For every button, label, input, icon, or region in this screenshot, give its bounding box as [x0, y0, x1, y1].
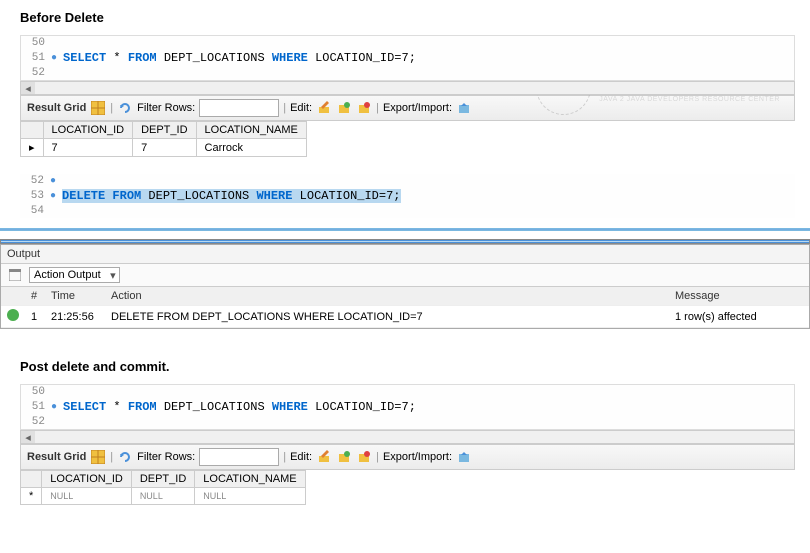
breakpoint-dot: ●	[50, 176, 62, 187]
row-pointer: ▸	[21, 139, 44, 157]
add-row-icon[interactable]	[336, 449, 352, 465]
result-grid-label: Result Grid	[27, 102, 86, 114]
scroll-left-button[interactable]: ◂	[21, 82, 35, 94]
column-header[interactable]: LOCATION_NAME	[196, 122, 306, 139]
export-icon[interactable]	[456, 449, 472, 465]
line-number: 50	[21, 386, 51, 398]
line-number: 52	[21, 67, 51, 79]
table-cell[interactable]: 7	[43, 139, 133, 157]
export-icon[interactable]	[456, 100, 472, 116]
add-row-icon[interactable]	[336, 100, 352, 116]
line-number: 54	[20, 205, 50, 217]
output-header: Output	[1, 245, 809, 264]
result-toolbar-post: Result Grid | Filter Rows: | Edit: | Exp…	[20, 444, 795, 470]
sql-editor-before[interactable]: 50 51 ● SELECT * FROM DEPT_LOCATIONS WHE…	[20, 35, 795, 81]
filter-rows-input[interactable]	[199, 99, 279, 117]
output-panel: Output Action Output # Time Action Messa…	[0, 244, 810, 329]
null-cell[interactable]: NULL	[195, 488, 305, 505]
sql-editor-post[interactable]: 50 51 ● SELECT * FROM DEPT_LOCATIONS WHE…	[20, 384, 795, 430]
separator: |	[376, 451, 379, 463]
status-cell	[1, 306, 25, 328]
delete-row-icon[interactable]	[356, 449, 372, 465]
table-row[interactable]: * NULL NULL NULL	[21, 488, 306, 505]
output-row[interactable]: 1 21:25:56 DELETE FROM DEPT_LOCATIONS WH…	[1, 306, 809, 328]
breakpoint-dot: ●	[51, 402, 63, 413]
sql-editor-delete[interactable]: 52 ● 53 ● DELETE FROM DEPT_LOCATIONS WHE…	[20, 174, 795, 218]
sql-code-line[interactable]: SELECT * FROM DEPT_LOCATIONS WHERE LOCAT…	[63, 400, 794, 414]
output-type-dropdown[interactable]: Action Output	[29, 267, 120, 283]
table-row[interactable]: ▸ 7 7 Carrock	[21, 139, 307, 157]
sql-code-line[interactable]: DELETE FROM DEPT_LOCATIONS WHERE LOCATIO…	[62, 189, 795, 203]
separator: |	[376, 102, 379, 114]
line-number: 52	[21, 416, 51, 428]
line-number: 52	[20, 175, 50, 187]
action-column-header[interactable]: Action	[105, 287, 669, 306]
separator: |	[283, 102, 286, 114]
breakpoint-dot: ●	[51, 53, 63, 64]
success-icon	[7, 309, 19, 321]
column-header[interactable]: DEPT_ID	[131, 471, 194, 488]
column-header[interactable]: LOCATION_ID	[43, 122, 133, 139]
row-pointer-header	[21, 122, 44, 139]
watermark-sub-text: JAVA 2 JAVA DEVELOPERS RESOURCE CENTER	[599, 96, 780, 103]
grid-icon[interactable]	[90, 449, 106, 465]
edit-icon[interactable]	[316, 449, 332, 465]
line-number: 51	[21, 52, 51, 64]
refresh-icon[interactable]	[117, 100, 133, 116]
column-header[interactable]: LOCATION_NAME	[195, 471, 305, 488]
message-cell: 1 row(s) affected	[669, 306, 809, 328]
column-header[interactable]: DEPT_ID	[133, 122, 196, 139]
horizontal-scrollbar[interactable]: ◂	[20, 430, 795, 444]
breakpoint-dot: ●	[50, 191, 62, 202]
separator: |	[283, 451, 286, 463]
time-column-header[interactable]: Time	[45, 287, 105, 306]
edit-label: Edit:	[290, 102, 312, 114]
refresh-icon[interactable]	[117, 449, 133, 465]
filter-rows-label: Filter Rows:	[137, 102, 195, 114]
horizontal-scrollbar[interactable]: ◂	[20, 81, 795, 95]
line-number: 50	[21, 37, 51, 49]
scroll-left-button[interactable]: ◂	[21, 431, 35, 443]
column-header[interactable]: LOCATION_ID	[42, 471, 132, 488]
panel-divider[interactable]	[0, 228, 810, 231]
status-column-header	[1, 287, 25, 306]
time-cell: 21:25:56	[45, 306, 105, 328]
num-column-header[interactable]: #	[25, 287, 45, 306]
result-grid-label: Result Grid	[27, 451, 86, 463]
before-delete-title: Before Delete	[0, 0, 810, 30]
output-toolbar: Action Output	[1, 264, 809, 287]
sql-code-line[interactable]: SELECT * FROM DEPT_LOCATIONS WHERE LOCAT…	[63, 51, 794, 65]
output-window-icon[interactable]	[7, 267, 23, 283]
row-pointer-header	[21, 471, 42, 488]
export-import-label: Export/Import:	[383, 451, 452, 463]
grid-icon[interactable]	[90, 100, 106, 116]
table-cell[interactable]: Carrock	[196, 139, 306, 157]
edit-label: Edit:	[290, 451, 312, 463]
separator: |	[110, 451, 113, 463]
filter-rows-input[interactable]	[199, 448, 279, 466]
post-delete-title: Post delete and commit.	[0, 349, 810, 379]
message-column-header[interactable]: Message	[669, 287, 809, 306]
null-cell[interactable]: NULL	[42, 488, 132, 505]
new-row-marker: *	[21, 488, 42, 505]
line-number: 53	[20, 190, 50, 202]
result-table-post: LOCATION_ID DEPT_ID LOCATION_NAME * NULL…	[20, 470, 306, 505]
edit-icon[interactable]	[316, 100, 332, 116]
line-number: 51	[21, 401, 51, 413]
result-table-before: LOCATION_ID DEPT_ID LOCATION_NAME ▸ 7 7 …	[20, 121, 307, 157]
output-log-table: # Time Action Message 1 21:25:56 DELETE …	[1, 287, 809, 328]
delete-row-icon[interactable]	[356, 100, 372, 116]
filter-rows-label: Filter Rows:	[137, 451, 195, 463]
row-num-cell: 1	[25, 306, 45, 328]
separator: |	[110, 102, 113, 114]
table-cell[interactable]: 7	[133, 139, 196, 157]
action-cell: DELETE FROM DEPT_LOCATIONS WHERE LOCATIO…	[105, 306, 669, 328]
null-cell[interactable]: NULL	[131, 488, 194, 505]
export-import-label: Export/Import:	[383, 102, 452, 114]
